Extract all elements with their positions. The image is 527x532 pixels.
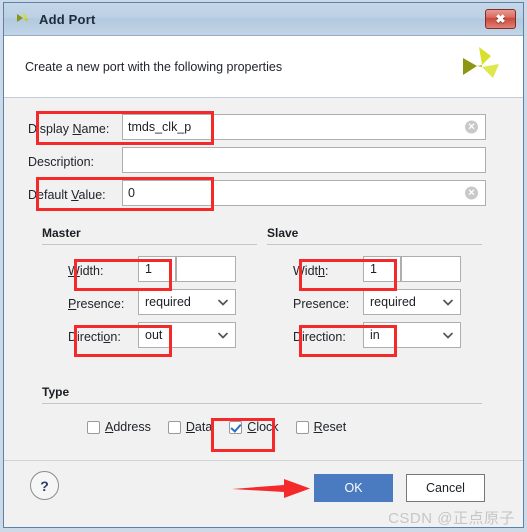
title-bar: Add Port ✖ xyxy=(4,3,523,36)
checkbox-address-label: Address xyxy=(105,420,151,434)
master-width-row: Width: xyxy=(68,258,136,284)
display-name-value: tmds_clk_p xyxy=(128,120,192,134)
master-direction-select[interactable]: out xyxy=(138,322,236,348)
chevron-down-icon xyxy=(443,298,453,307)
master-group-title: Master xyxy=(42,226,81,240)
master-direction-row: Direction: xyxy=(68,324,136,350)
master-presence-select[interactable]: required xyxy=(138,289,236,315)
slave-direction-select[interactable]: in xyxy=(363,322,461,348)
xilinx-pinwheel-logo xyxy=(455,45,501,89)
close-button[interactable]: ✖ xyxy=(485,9,516,29)
dialog-body: Display Name: tmds_clk_p ✕ Description: … xyxy=(4,98,523,460)
ok-button-label: OK xyxy=(344,481,363,495)
description-input[interactable] xyxy=(122,147,486,173)
checkbox-box-icon[interactable] xyxy=(87,420,100,434)
slave-presence-select[interactable]: required xyxy=(363,289,461,315)
slave-width-input[interactable]: 1 xyxy=(363,256,401,282)
type-group-title: Type xyxy=(42,385,70,399)
display-name-input[interactable]: tmds_clk_p ✕ xyxy=(122,114,486,140)
slave-presence-row: Presence: xyxy=(293,291,361,317)
type-checkbox-row: Address Data Clock Reset xyxy=(87,420,363,434)
default-value-value: 0 xyxy=(128,186,135,200)
slave-direction-label: Direction: xyxy=(293,330,346,344)
checkbox-checked-icon[interactable] xyxy=(229,420,243,434)
checkbox-clock[interactable]: Clock xyxy=(229,420,279,434)
slave-direction-value: in xyxy=(370,328,380,342)
master-direction-label: Direction: xyxy=(68,330,121,344)
master-width-spin-area[interactable] xyxy=(176,256,236,282)
checkbox-reset[interactable]: Reset xyxy=(295,420,347,434)
description-label: Description: xyxy=(28,155,94,169)
csdn-watermark: CSDN @正点原子 xyxy=(388,510,515,527)
default-value-label: Default Value: xyxy=(28,188,106,202)
slave-width-label: Width: xyxy=(293,264,329,278)
checkbox-address[interactable]: Address xyxy=(87,420,151,434)
slave-divider xyxy=(267,244,482,245)
dialog-header: Create a new port with the following pro… xyxy=(4,36,523,98)
chevron-down-icon xyxy=(218,298,228,307)
description-row: Description: xyxy=(28,149,118,175)
display-name-row: Display Name: xyxy=(28,116,118,142)
master-presence-row: Presence: xyxy=(68,291,136,317)
master-width-value: 1 xyxy=(145,262,152,276)
checkbox-box-icon[interactable] xyxy=(295,420,309,434)
checkbox-data-label: Data xyxy=(185,420,213,434)
master-width-input[interactable]: 1 xyxy=(138,256,176,282)
vivado-logo-icon xyxy=(14,11,32,27)
chevron-down-icon xyxy=(443,331,453,340)
slave-direction-row: Direction: xyxy=(293,324,361,350)
close-icon: ✖ xyxy=(495,12,506,26)
screenshot-root: Add Port ✖ Create a new port with the fo… xyxy=(0,0,527,532)
chevron-down-icon xyxy=(218,331,228,340)
master-direction-value: out xyxy=(145,328,163,342)
master-divider xyxy=(42,244,257,245)
default-value-input[interactable]: 0 ✕ xyxy=(122,180,486,206)
window-title: Add Port xyxy=(39,11,96,27)
master-presence-label: Presence: xyxy=(68,297,125,311)
slave-group-title: Slave xyxy=(267,226,299,240)
type-divider xyxy=(42,403,482,404)
add-port-dialog: Add Port ✖ Create a new port with the fo… xyxy=(3,2,524,528)
checkbox-clock-label: Clock xyxy=(247,420,279,434)
checkbox-reset-label: Reset xyxy=(313,420,347,434)
slave-presence-label: Presence: xyxy=(293,297,350,311)
help-button[interactable]: ? xyxy=(30,471,59,500)
checkbox-box-icon[interactable] xyxy=(167,420,181,434)
slave-presence-value: required xyxy=(370,295,416,309)
display-name-label: Display Name: xyxy=(28,122,110,136)
checkbox-data[interactable]: Data xyxy=(167,420,213,434)
slave-width-spin-area[interactable] xyxy=(401,256,461,282)
instruction-text: Create a new port with the following pro… xyxy=(25,59,283,74)
cancel-button-label: Cancel xyxy=(426,481,465,495)
question-mark-icon: ? xyxy=(40,477,49,494)
clear-circle-icon[interactable]: ✕ xyxy=(465,186,478,200)
default-value-row: Default Value: xyxy=(28,182,118,208)
clear-circle-icon[interactable]: ✕ xyxy=(465,120,478,134)
ok-button[interactable]: OK xyxy=(314,474,393,502)
slave-width-row: Width: xyxy=(293,258,361,284)
cancel-button[interactable]: Cancel xyxy=(406,474,485,502)
master-presence-value: required xyxy=(145,295,191,309)
slave-width-value: 1 xyxy=(370,262,377,276)
master-width-label: Width: xyxy=(68,264,104,278)
